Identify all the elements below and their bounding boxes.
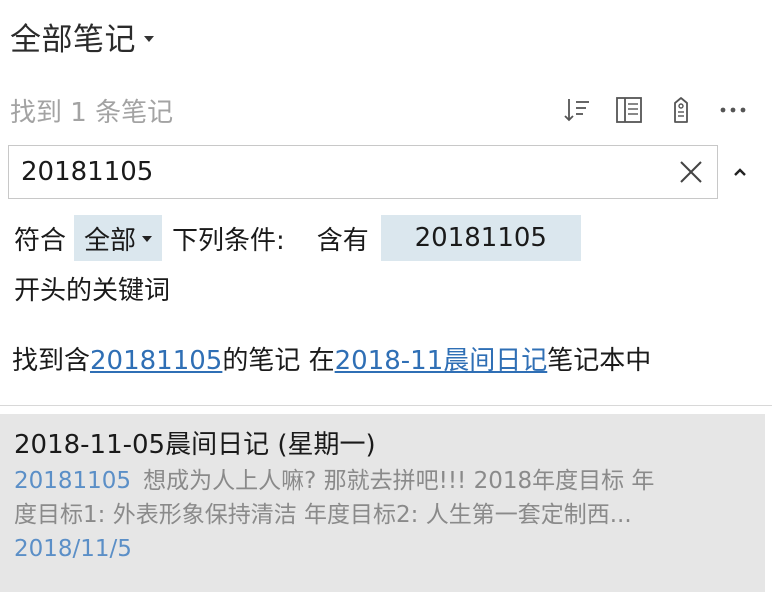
chevron-up-icon[interactable] [728,160,752,184]
snippet-keyword: 20181105 [14,468,132,494]
notebook-link[interactable]: 2018-11晨间日记 [335,346,548,376]
condition-contains: 含有 [316,225,369,256]
note-snippet: 20181105 想成为人上人嘛? 那就去拼吧!!! 2018年度目标 年 度目标… [14,464,751,532]
search-condition: 符合 全部 下列条件: 含有 20181105 [14,214,581,262]
match-type-value: 全部 [84,225,137,256]
view-icon[interactable] [613,94,645,126]
snippet-line-2: 度目标1: 外表形象保持清洁 年度目标2: 人生第一套定制西... [14,502,632,528]
results-count: 找到 1 条笔记 [10,97,174,128]
note-date: 2018/11/5 [14,536,132,562]
search-field [8,145,718,199]
results-bar: 找到 1 条笔记 [10,90,755,130]
condition-prefix: 符合 [14,225,67,256]
note-list-item[interactable]: 2018-11-05晨间日记 (星期一) 20181105 想成为人上人嘛? 那就… [0,414,765,592]
summary-middle: 的笔记 在 [222,346,335,376]
condition-middle: 下列条件: [172,225,285,256]
keyword-value: 20181105 [414,223,547,253]
note-list-panel: 全部笔记 找到 1 条笔记 20181105 符合 全部 下列条件: 含有 20… [0,0,780,600]
divider [0,405,772,406]
clear-icon[interactable] [677,158,705,186]
note-title: 2018-11-05晨间日记 (星期一) [14,430,376,460]
chevron-down-icon [142,236,153,242]
match-type-dropdown[interactable]: 全部 [74,215,163,261]
search-input[interactable] [9,146,649,198]
keyword-link[interactable]: 20181105 [90,346,222,376]
summary-prefix: 找到含 [12,346,91,376]
notebook-selector[interactable]: 全部笔记 [10,14,154,59]
tag-icon[interactable] [665,94,697,126]
keyword-chip[interactable]: 20181105 [380,215,581,261]
condition-suffix: 开头的关键词 [14,276,171,306]
more-icon[interactable] [717,94,749,126]
sort-icon[interactable] [561,94,593,126]
page-title: 全部笔记 [10,22,136,58]
dropdown-caret-icon [144,35,154,42]
snippet-line-1: 想成为人上人嘛? 那就去拼吧!!! 2018年度目标 年 [143,468,655,494]
toolbar [561,94,749,126]
summary-suffix: 笔记本中 [547,346,652,376]
search-summary: 找到含20181105的笔记 在2018-11晨间日记笔记本中 [12,340,651,377]
